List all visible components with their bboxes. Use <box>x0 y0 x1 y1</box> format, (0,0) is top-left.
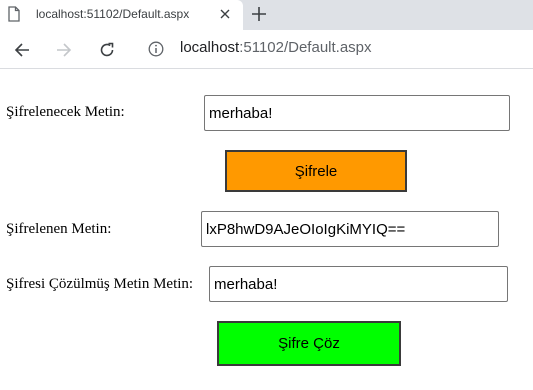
back-arrow-icon[interactable] <box>10 38 34 62</box>
reload-icon[interactable] <box>95 38 119 62</box>
browser-toolbar: localhost:51102/Default.aspx <box>0 30 533 69</box>
tab-title: localhost:51102/Default.aspx <box>36 7 190 21</box>
forward-arrow-icon[interactable] <box>52 38 76 62</box>
address-bar[interactable]: localhost:51102/Default.aspx <box>136 34 533 64</box>
url-host: localhost <box>180 39 240 56</box>
url-path: :51102/Default.aspx <box>239 39 372 56</box>
encrypted-text-input[interactable] <box>201 211 499 247</box>
plus-icon[interactable] <box>249 4 269 24</box>
decrypt-button[interactable]: Şifre Çöz <box>217 321 401 366</box>
plain-text-label: Şifrelenecek Metin: <box>6 104 125 120</box>
decrypted-text-label: Şifresi Çözülmüş Metin Metin: <box>6 276 194 292</box>
url-text: localhost:51102/Default.aspx <box>180 39 372 56</box>
info-icon[interactable] <box>148 41 164 57</box>
decrypted-text-input[interactable] <box>209 266 508 302</box>
plain-text-input[interactable] <box>204 95 510 131</box>
tab-strip: localhost:51102/Default.aspx <box>0 0 533 30</box>
page-icon <box>8 6 20 22</box>
encrypt-button[interactable]: Şifrele <box>225 150 407 192</box>
close-icon[interactable] <box>215 4 235 24</box>
browser-tab[interactable]: localhost:51102/Default.aspx <box>0 0 243 30</box>
encrypted-text-label: Şifrelenen Metin: <box>6 221 112 237</box>
